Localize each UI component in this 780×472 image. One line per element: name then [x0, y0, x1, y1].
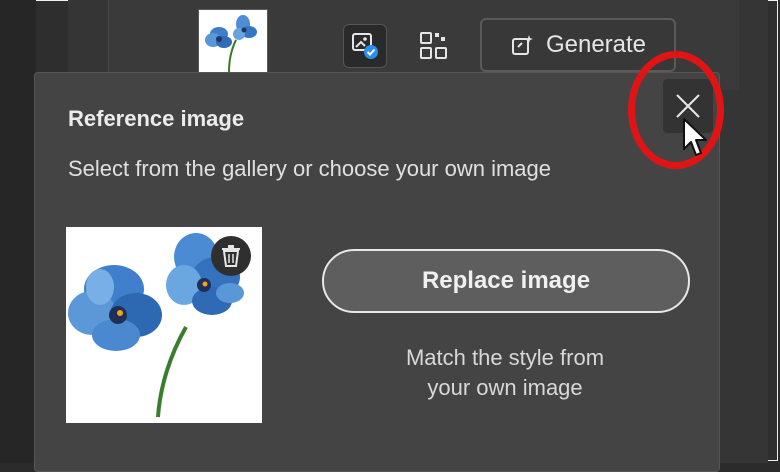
- delete-image-button[interactable]: [211, 236, 251, 276]
- reference-thumbnail-small[interactable]: [198, 9, 268, 75]
- effects-icon: [420, 32, 447, 59]
- generate-label: Generate: [545, 31, 647, 58]
- reference-image-button[interactable]: [343, 24, 387, 68]
- trash-icon: [222, 245, 240, 267]
- popover-title: Reference image: [68, 106, 245, 131]
- generate-icon: [511, 35, 533, 55]
- match-style-description: Match the style from your own image: [360, 343, 650, 403]
- mouse-cursor-icon: [682, 117, 710, 164]
- match-style-line-2: your own image: [427, 375, 583, 400]
- left-panel-edge: [0, 0, 36, 463]
- match-style-line-1: Match the style from: [405, 345, 605, 370]
- popover-subtitle: Select from the gallery or choose your o…: [68, 156, 552, 181]
- reference-image-icon: [352, 33, 378, 59]
- replace-image-label: Replace image: [421, 267, 591, 294]
- effects-button[interactable]: [412, 24, 456, 68]
- blue-flowers-image: [205, 15, 257, 73]
- replace-image-button[interactable]: Replace image: [322, 249, 690, 313]
